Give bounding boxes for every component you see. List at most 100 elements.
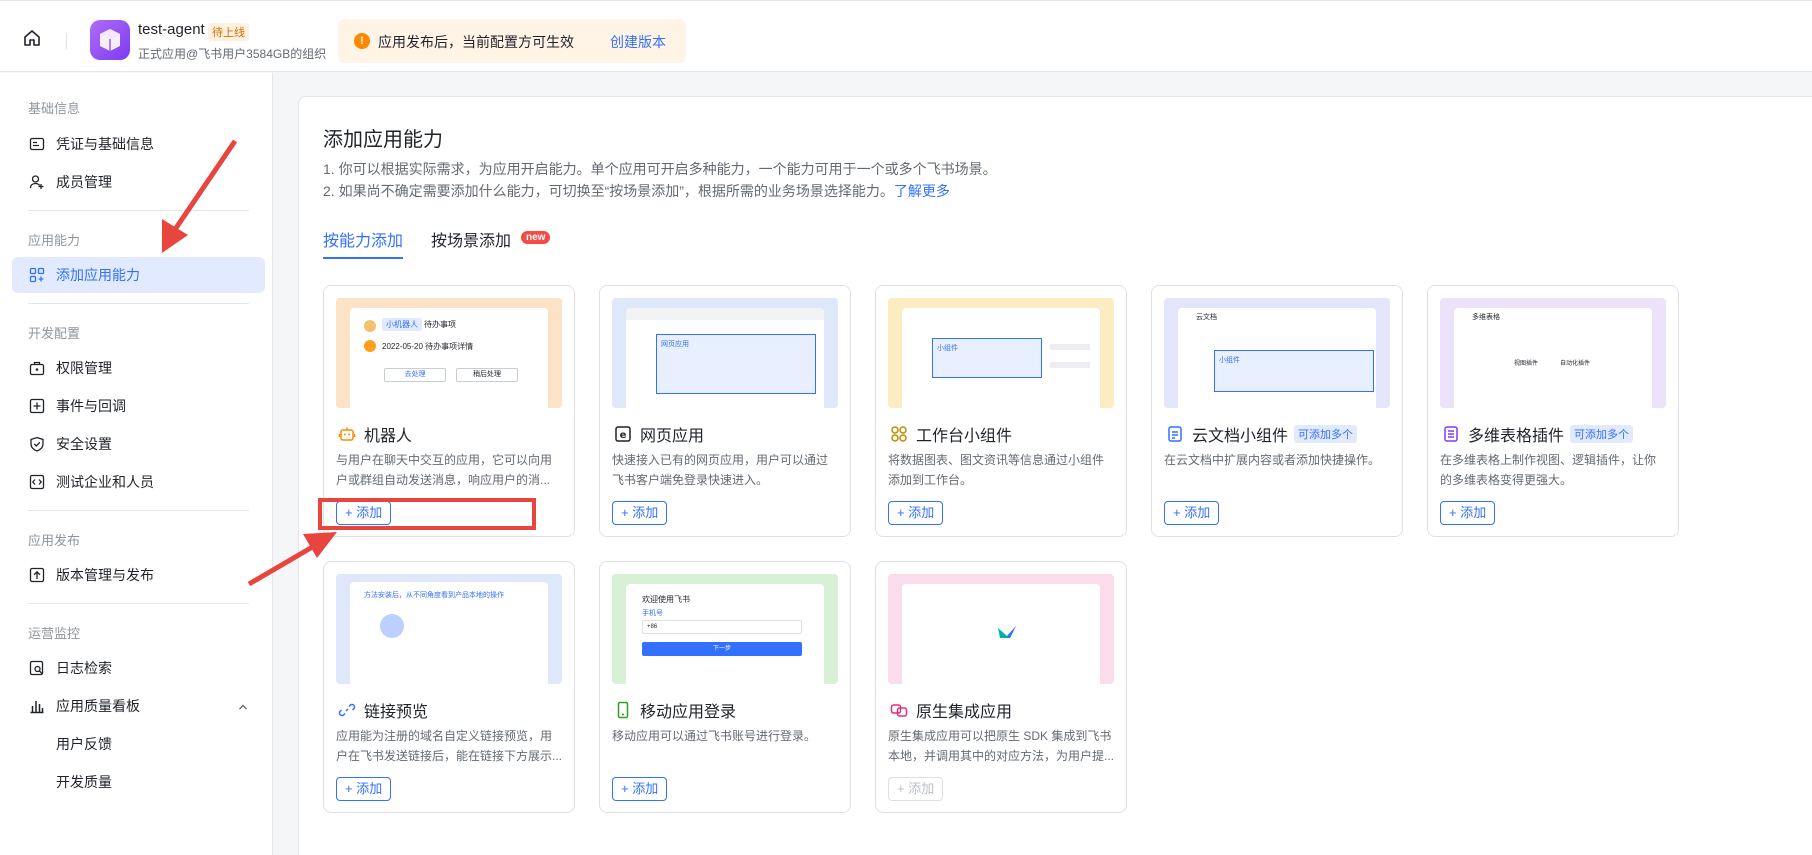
card-description: 快速接入已有的网页应用，用户可以通过飞书客户端免登录快速进入。: [612, 453, 829, 487]
web-content-area: 网页应用: [656, 334, 816, 394]
section-dev-config: 开发配置: [28, 326, 81, 341]
web-icon: e: [614, 425, 632, 443]
card-title: e 网页应用: [614, 422, 704, 446]
bitable-plugin-preview: 多维表格 视图插件 自动化插件: [1440, 298, 1666, 408]
sidebar-item-events[interactable]: 事件与回调: [12, 388, 265, 424]
sidebar-item-logs[interactable]: 日志检索: [12, 650, 265, 686]
sidebar-item-feedback[interactable]: 用户反馈: [12, 726, 265, 762]
card-title-text: 网页应用: [640, 428, 705, 445]
tab-by-scenario[interactable]: 按场景添加: [431, 227, 511, 251]
capability-card-doc-widget[interactable]: 云文档 小组件 云文档小组件 可添加多个 在云文档中扩展内容或者添加快捷操作。 …: [1151, 285, 1403, 537]
phone-input: +86: [642, 620, 802, 634]
sidebar-item-dev-quality[interactable]: 开发质量: [12, 764, 265, 800]
doc-widget-area: 小组件: [1214, 350, 1374, 392]
capability-card-web-app[interactable]: 网页应用 e 网页应用 快速接入已有的网页应用，用户可以通过飞书客户端免登录快速…: [599, 285, 851, 537]
link-hint-text: 方法安装后，从不同角度看到产品本地的操作: [364, 592, 504, 599]
add-bitable-plugin-button[interactable]: + 添加: [1440, 501, 1496, 525]
shield-icon: [28, 435, 46, 453]
web-app-preview: 网页应用: [612, 298, 838, 408]
card-title: 多维表格插件 可添加多个: [1442, 422, 1634, 446]
widget-label: 小组件: [937, 345, 958, 352]
integration-icon: [890, 701, 908, 719]
add-native-integration-button[interactable]: + 添加: [888, 777, 944, 801]
card-title-text: 工作台小组件: [916, 428, 1013, 445]
capability-card-bitable-plugin[interactable]: 多维表格 视图插件 自动化插件 多维表格插件 可添加多个 在多维表格上制作视图、…: [1427, 285, 1679, 537]
sidebar-item-permissions[interactable]: 权限管理: [12, 350, 265, 386]
sidebar-item-label: 成员管理: [56, 174, 112, 190]
card-description: 移动应用可以通过飞书账号进行登录。: [612, 729, 817, 743]
preview-window: 云文档 小组件: [1178, 308, 1376, 408]
sidebar-item-label: 安全设置: [56, 436, 112, 452]
card-title: 原生集成应用: [890, 698, 1012, 722]
sidebar-item-version[interactable]: 版本管理与发布: [12, 557, 265, 593]
sidebar-item-quality[interactable]: 应用质量看板: [12, 688, 265, 724]
add-mobile-login-button[interactable]: + 添加: [612, 777, 668, 801]
sidebar-divider: [28, 510, 249, 511]
add-link-preview-button[interactable]: + 添加: [336, 777, 392, 801]
app-status-badge: 待上线: [208, 23, 249, 41]
bitable-icon: [1442, 425, 1460, 443]
id-card-icon: [28, 135, 46, 153]
card-title: 机器人: [338, 422, 412, 446]
browser-tabbar: [626, 308, 824, 320]
card-title-text: 多维表格插件: [1468, 428, 1565, 445]
workplace-widget-preview: 小组件: [888, 298, 1114, 408]
chevron-up-icon[interactable]: [237, 700, 249, 716]
bubble-decoration: [380, 614, 404, 638]
sidebar-item-label: 凭证与基础信息: [56, 136, 154, 152]
learn-more-link[interactable]: 了解更多: [894, 183, 950, 199]
card-description: 将数据图表、图文资讯等信息通过小组件添加到工作台。: [888, 453, 1105, 487]
document-icon: [1166, 425, 1184, 443]
automation-plugin-label: 自动化插件: [1560, 361, 1591, 367]
annotation-arrow-icon: [247, 532, 337, 587]
alert-icon: [364, 340, 376, 352]
page-description-1: 1. 你可以根据实际需求，为应用开启能力。单个应用可开启多种能力，一个能力可用于…: [323, 161, 997, 177]
capability-card-native-integration[interactable]: 原生集成应用 原生集成应用可以把原生 SDK 集成到飞书本地，并调用其中的对应方…: [875, 561, 1127, 813]
preview-window: [902, 584, 1100, 684]
multiple-badge: 可添加多个: [1294, 425, 1358, 443]
new-badge: new: [521, 231, 551, 244]
tab-by-capability[interactable]: 按能力添加: [323, 227, 403, 251]
home-icon[interactable]: [22, 28, 42, 48]
doc-widget-label: 小组件: [1219, 357, 1240, 364]
app-name: test-agent: [138, 21, 205, 38]
grid-add-icon: [28, 266, 46, 284]
notice-text: 应用发布后，当前配置方可生效: [378, 34, 574, 50]
capability-card-link-preview[interactable]: 方法安装后，从不同角度看到产品本地的操作 链接预览 应用能为注册的域名自定义链接…: [323, 561, 575, 813]
link-preview-preview: 方法安装后，从不同角度看到产品本地的操作: [336, 574, 562, 684]
preview-window: 小组件: [902, 308, 1100, 408]
section-app-capability: 应用能力: [28, 233, 81, 248]
card-title-text: 原生集成应用: [916, 704, 1013, 721]
capability-card-mobile-login[interactable]: 欢迎使用飞书 手机号 +86 下一步 移动应用登录 移动应用可以通过飞书账号进行…: [599, 561, 851, 813]
page-title: 添加应用能力: [323, 129, 443, 151]
add-web-app-button[interactable]: + 添加: [612, 501, 668, 525]
publish-notice: ! 应用发布后，当前配置方可生效 创建版本: [338, 19, 686, 63]
bar-chart-icon: [28, 697, 46, 715]
briefcase-icon: [28, 359, 46, 377]
sidebar-divider: [28, 303, 249, 304]
card-title-text: 机器人: [364, 428, 413, 445]
doc-widget-preview: 云文档 小组件: [1164, 298, 1390, 408]
sidebar-item-test-enterprise[interactable]: 测试企业和人员: [12, 464, 265, 500]
sidebar-item-security[interactable]: 安全设置: [12, 426, 265, 462]
capability-card-workplace-widget[interactable]: 小组件 工作台小组件 将数据图表、图文资讯等信息通过小组件添加到工作台。 + 添…: [875, 285, 1127, 537]
svg-text:e: e: [620, 430, 627, 441]
card-description: 应用能为注册的域名自定义链接预览，用户在飞书发送链接后，能在链接下方展示...: [336, 729, 562, 763]
sidebar-item-add-capability[interactable]: 添加应用能力: [12, 257, 265, 293]
add-workplace-widget-button[interactable]: + 添加: [888, 501, 944, 525]
doc-title-label: 云文档: [1196, 314, 1217, 321]
card-description: 与用户在聊天中交互的应用，它可以向用户或群组自动发送消息，响应用户的消...: [336, 453, 553, 487]
card-description: 在多维表格上制作视图、逻辑插件，让你的多维表格变得更强大。: [1440, 453, 1657, 487]
event-icon: [28, 397, 46, 415]
card-title: 云文档小组件 可添加多个: [1166, 422, 1358, 446]
create-version-link[interactable]: 创建版本: [610, 32, 666, 52]
add-doc-widget-button[interactable]: + 添加: [1164, 501, 1220, 525]
preview-window: 多维表格 视图插件 自动化插件: [1454, 308, 1652, 408]
preview-window: 网页应用: [626, 308, 824, 408]
native-integration-preview: [888, 574, 1114, 684]
preview-window: 方法安装后，从不同角度看到产品本地的操作: [350, 582, 548, 684]
description-text: 2. 如果尚不确定需要添加什么能力，可切换至“按场景添加”，根据所需的业务场景选…: [323, 183, 894, 199]
annotation-arrow-icon: [162, 139, 238, 253]
upload-icon: [28, 566, 46, 584]
card-title: 链接预览: [338, 698, 428, 722]
